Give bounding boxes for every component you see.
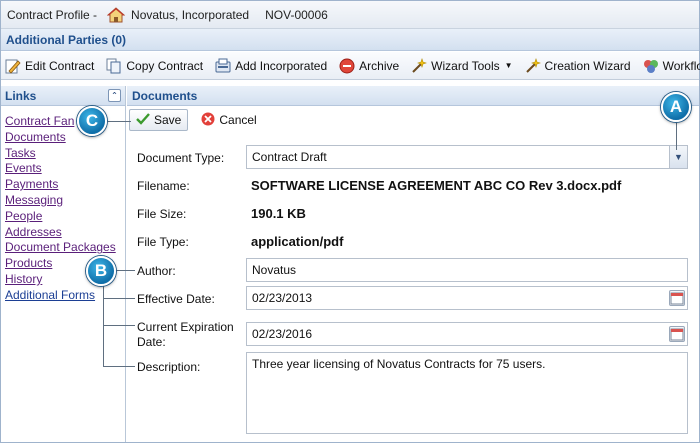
documents-panel: Documents Save Cancel Document Type: Con… (127, 86, 699, 442)
link-documents[interactable]: Documents (5, 130, 125, 146)
cancel-button[interactable]: Cancel (194, 109, 263, 131)
expiration-date-field[interactable]: 02/23/2016 (246, 322, 688, 346)
callout-b-badge: B (86, 256, 116, 286)
calendar-icon[interactable] (669, 326, 685, 342)
link-events[interactable]: Events (5, 161, 125, 177)
additional-parties-label: Additional Parties (0) (6, 32, 127, 47)
callout-b-letter: B (94, 261, 108, 280)
callout-b-line-author (115, 270, 135, 271)
creation-wizard-button[interactable]: Creation Wizard (525, 57, 631, 74)
links-title: Links (5, 88, 37, 103)
copy-contract-icon (106, 58, 122, 74)
effective-date-field[interactable]: 02/23/2013 (246, 286, 688, 310)
link-payments[interactable]: Payments (5, 177, 125, 193)
file-type-value: application/pdf (251, 234, 344, 249)
edit-contract-button[interactable]: Edit Contract (5, 58, 94, 74)
file-size-value: 190.1 KB (251, 206, 306, 221)
author-label: Author: (137, 264, 176, 278)
form-actions: Save Cancel (127, 106, 699, 134)
archive-icon (339, 58, 355, 74)
cancel-icon (201, 112, 215, 129)
add-incorporated-icon (215, 58, 231, 74)
archive-button[interactable]: Archive (339, 58, 399, 74)
edit-contract-icon (5, 58, 21, 74)
save-button[interactable]: Save (129, 109, 189, 131)
callout-a-letter: A (669, 97, 683, 116)
wand-icon (525, 57, 541, 74)
callout-b-line-expiration (103, 325, 135, 326)
callout-c-line (105, 121, 131, 122)
documents-header: Documents (127, 86, 699, 106)
title-section: Contract Profile - (7, 7, 98, 22)
filename-value: SOFTWARE LICENSE AGREEMENT ABC CO Rev 3.… (251, 178, 622, 193)
title-bar: Contract Profile - Novatus, Incorporated… (1, 1, 699, 29)
description-value: Three year licensing of Novatus Contract… (252, 357, 546, 371)
check-icon (136, 112, 150, 129)
callout-a-badge: A (661, 92, 691, 122)
wizard-tools-label: Wizard Tools (431, 58, 500, 73)
chevron-down-icon[interactable]: ▼ (669, 146, 687, 168)
creation-wizard-label: Creation Wizard (544, 58, 631, 73)
document-type-value: Contract Draft (252, 150, 327, 164)
link-additional-forms[interactable]: Additional Forms (5, 288, 125, 304)
author-value: Novatus (252, 263, 297, 277)
links-header: Links ⌃ (1, 86, 125, 106)
additional-parties-bar[interactable]: Additional Parties (0) (1, 29, 699, 51)
filename-label: Filename: (137, 179, 190, 193)
toolbar: Edit Contract Copy Contract Add Incorpor… (1, 52, 700, 80)
effective-date-value: 02/23/2013 (252, 291, 313, 305)
link-tasks[interactable]: Tasks (5, 146, 125, 162)
callout-a-line (676, 120, 677, 150)
record-id: NOV-00006 (265, 7, 328, 22)
callout-b-line-description (103, 366, 135, 367)
link-document-packages[interactable]: Document Packages (5, 240, 125, 256)
chevron-down-icon: ▼ (504, 61, 513, 70)
add-incorporated-label: Add Incorporated (235, 58, 328, 73)
link-people[interactable]: People (5, 209, 125, 225)
workflows-icon (643, 58, 659, 74)
cancel-label: Cancel (219, 113, 257, 127)
workflows-label: Workflows (662, 58, 700, 73)
callout-b-line-effective (103, 298, 135, 299)
file-size-label: File Size: (137, 207, 187, 221)
copy-contract-label: Copy Contract (126, 58, 204, 73)
add-incorporated-button[interactable]: Add Incorporated (215, 58, 327, 74)
calendar-icon[interactable] (669, 290, 685, 306)
expiration-date-value: 02/23/2016 (252, 327, 313, 341)
collapse-icon[interactable]: ⌃ (108, 89, 121, 102)
description-textarea[interactable]: Three year licensing of Novatus Contract… (246, 352, 688, 434)
link-addresses[interactable]: Addresses (5, 225, 125, 241)
author-field[interactable]: Novatus (246, 258, 688, 282)
file-type-label: File Type: (137, 235, 189, 249)
expiration-label-line2: Date: (137, 335, 166, 349)
archive-label: Archive (359, 58, 400, 73)
callout-c-letter: C (85, 111, 99, 130)
company-name[interactable]: Novatus, Incorporated (131, 8, 249, 22)
home-icon (106, 6, 126, 23)
description-label: Description: (137, 360, 201, 374)
documents-title: Documents (132, 88, 198, 103)
document-type-label: Document Type: (137, 151, 225, 165)
workflows-button[interactable]: Workflows (643, 58, 700, 74)
effective-date-label: Effective Date: (137, 292, 215, 306)
save-label: Save (154, 113, 182, 127)
callout-c-badge: C (77, 106, 107, 136)
wand-icon (411, 57, 428, 74)
edit-contract-label: Edit Contract (25, 58, 95, 73)
wizard-tools-dropdown[interactable]: Wizard Tools ▼ (411, 57, 513, 74)
expiration-label-line1: Current Expiration (137, 320, 234, 334)
copy-contract-button[interactable]: Copy Contract (106, 58, 203, 74)
document-type-select[interactable]: Contract Draft ▼ (246, 145, 688, 169)
link-messaging[interactable]: Messaging (5, 193, 125, 209)
